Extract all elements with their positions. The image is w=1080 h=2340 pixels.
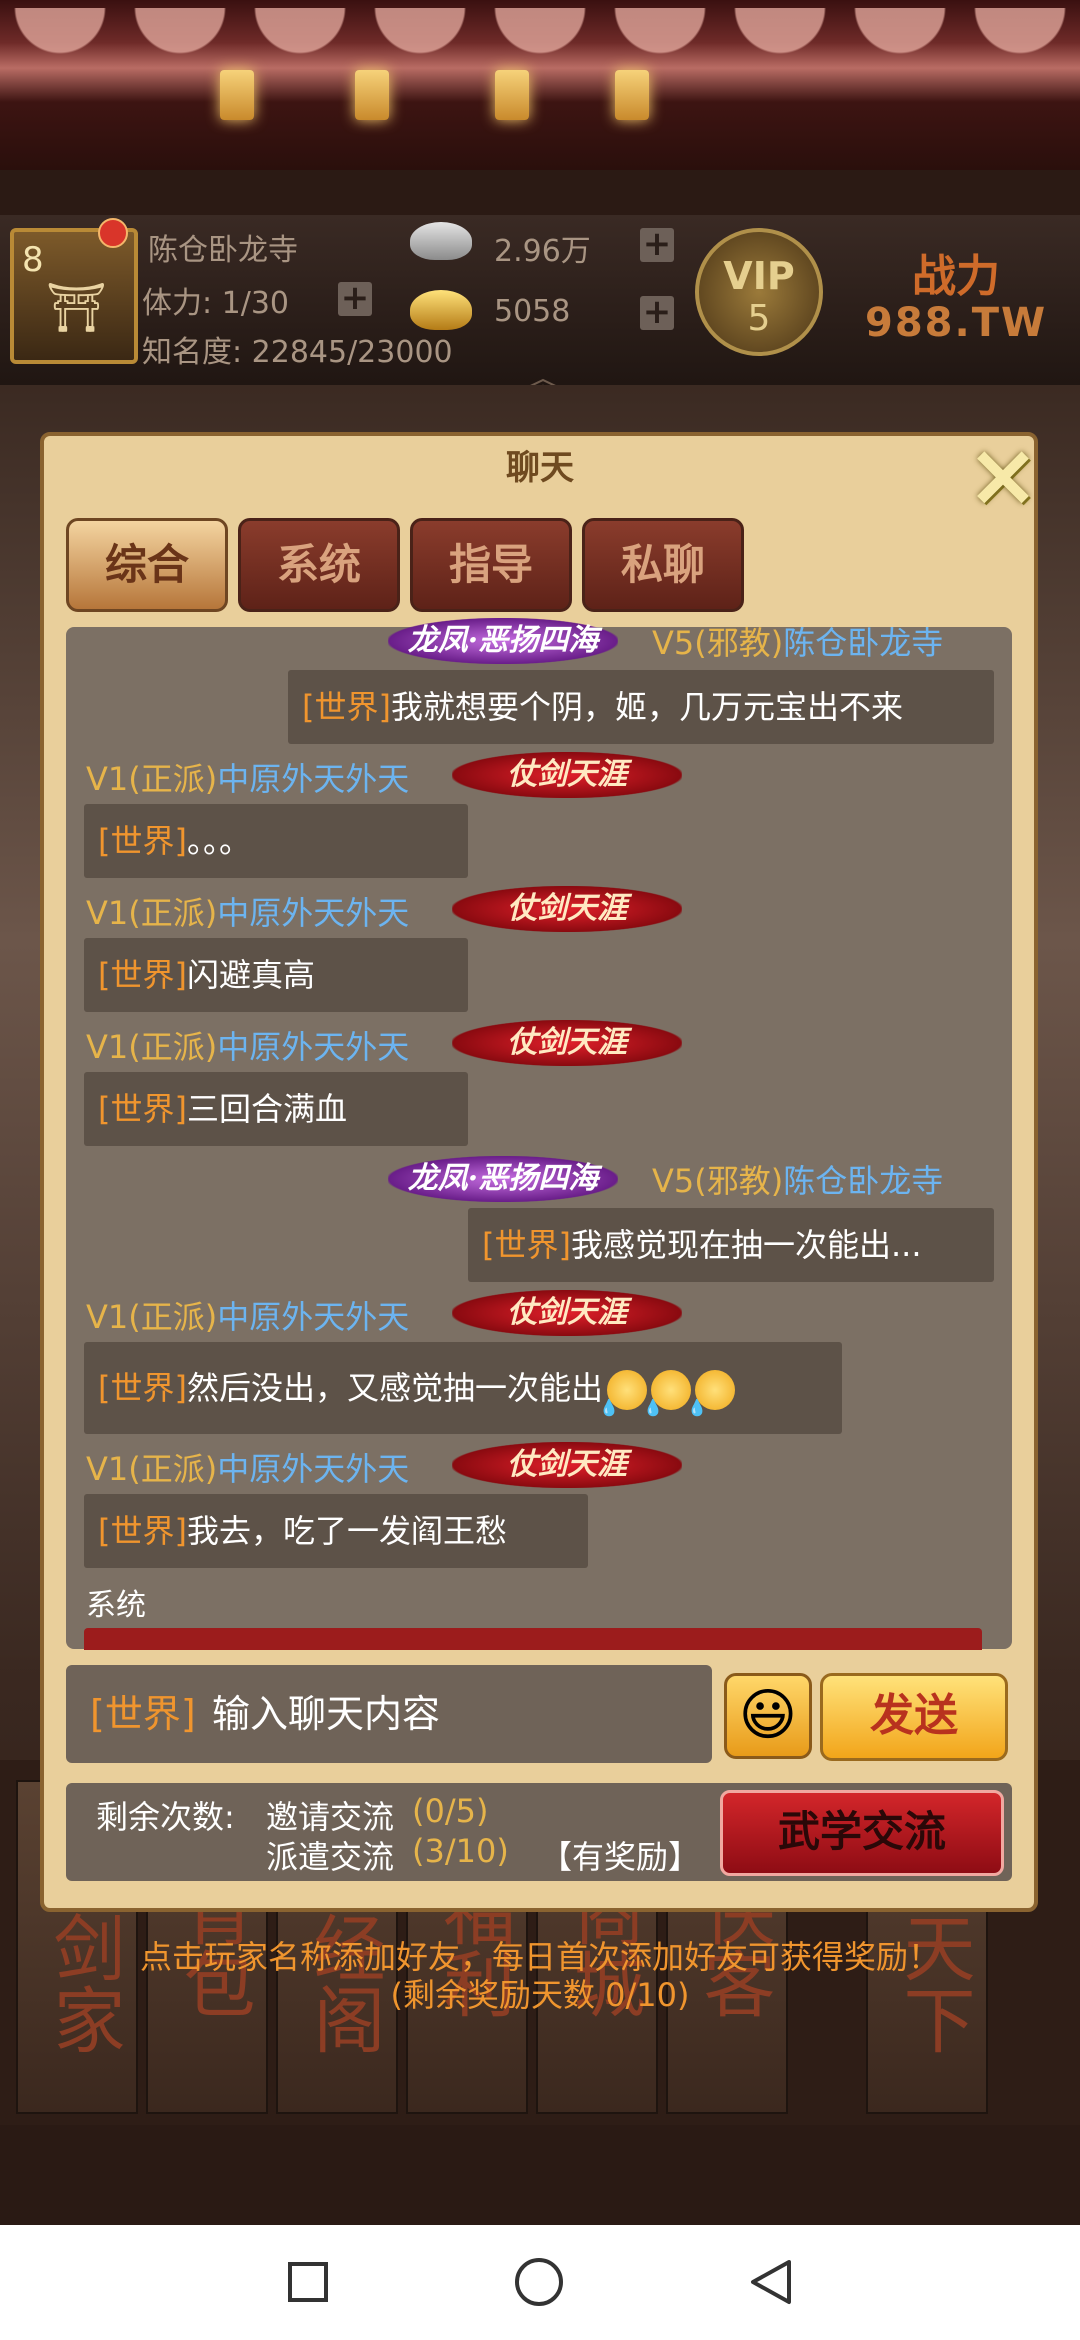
reward-days-notice: (剩余奖励天数 0/10): [390, 1976, 690, 2014]
close-icon[interactable]: ×: [958, 430, 1048, 520]
lantern-icon: [220, 70, 254, 120]
chat-bubble: [世界]我就想要个阴，姬，几万元宝出不来: [288, 670, 994, 744]
stamina-value: 体力: 1/30: [142, 286, 290, 321]
reward-label: 【有奖励】: [540, 1838, 701, 1876]
message-text: 然后没出，又感觉抽一次能出: [186, 1369, 603, 1407]
player-title-badge: 仗剑天涯: [452, 752, 682, 798]
player-name-link[interactable]: 中原外天外天: [217, 1298, 409, 1336]
player-name-link[interactable]: 陈仓卧龙寺: [783, 624, 943, 662]
recent-apps-icon[interactable]: [288, 2262, 328, 2302]
dialog-title: 聊天: [506, 448, 574, 488]
add-stamina-button[interactable]: +: [338, 281, 372, 316]
message-text: 闪避真高: [186, 956, 315, 994]
player-name-link[interactable]: 中原外天外天: [217, 1028, 409, 1066]
chat-bubble: [世界]我去，吃了一发阎王愁: [84, 1494, 588, 1568]
tab-system[interactable]: 系统: [238, 518, 400, 612]
tab-guide[interactable]: 指导: [410, 518, 572, 612]
system-label: 系统: [86, 1588, 146, 1623]
player-name-link[interactable]: 中原外天外天: [217, 894, 409, 932]
channel-tag: [世界]: [302, 688, 391, 726]
vip-label: VIP: [723, 254, 795, 298]
player-title-badge: 龙凤·恶扬四海: [388, 618, 618, 664]
chat-bubble: [世界]三回合满血: [84, 1072, 468, 1146]
chat-bubble: [世界]我感觉现在抽一次能出...: [468, 1208, 994, 1282]
lantern-icon: [355, 70, 389, 120]
vip-level: 5: [747, 298, 771, 339]
player-title-badge: 龙凤·恶扬四海: [388, 1156, 618, 1202]
vip-tag: V1(正派): [86, 1298, 218, 1336]
gold-value: 5058: [494, 294, 571, 329]
message-header: V1(正派)中原外天外天: [86, 1444, 409, 1490]
player-name-link[interactable]: 中原外天外天: [217, 1450, 409, 1488]
message-header: V5(邪教)陈仓卧龙寺: [652, 618, 943, 664]
lantern-icon: [615, 70, 649, 120]
sweat-emoji-icon: [687, 1362, 735, 1434]
message-text: 我感觉现在抽一次能出...: [570, 1226, 922, 1264]
emoji-icon[interactable]: 😃: [724, 1673, 812, 1759]
bottom-band: [0, 2125, 1080, 2225]
player-title-badge: 仗剑天涯: [452, 1290, 682, 1336]
player-avatar[interactable]: 8 ⛩: [10, 228, 138, 364]
notification-dot: [98, 218, 128, 248]
fame-value: 知名度: 22845/23000: [142, 335, 453, 370]
message-text: 三回合满血: [186, 1090, 347, 1128]
player-name-link[interactable]: 陈仓卧龙寺: [783, 1162, 943, 1200]
channel-tag: [世界]: [98, 822, 187, 860]
add-gold-button[interactable]: +: [640, 295, 674, 330]
power-label: 战力: [912, 251, 1000, 302]
home-icon[interactable]: [515, 2258, 563, 2306]
player-level: 8: [22, 240, 44, 280]
power-site: 988.TW: [865, 300, 1048, 346]
player-title-badge: 仗剑天涯: [452, 886, 682, 932]
dispatch-label: 派遣交流: [266, 1838, 395, 1876]
message-header: V1(正派)中原外天外天: [86, 1022, 409, 1068]
vip-tag: V1(正派): [86, 760, 218, 798]
vip-badge[interactable]: VIP 5: [695, 228, 823, 356]
channel-tag: [世界]: [98, 1512, 187, 1550]
channel-tag: [世界]: [98, 1369, 187, 1407]
martial-exchange-button[interactable]: 武学交流: [720, 1790, 1004, 1876]
banner-decoration: [0, 8, 1080, 78]
chat-bubble: [世界]闪避真高: [84, 938, 468, 1012]
dispatch-count: (3/10): [412, 1832, 509, 1870]
add-silver-button[interactable]: +: [640, 227, 674, 262]
silver-icon: [410, 222, 472, 260]
message-header: V1(正派)中原外天外天: [86, 888, 409, 934]
channel-tag: [世界]: [482, 1226, 571, 1264]
message-text: 我就想要个阴，姬，几万元宝出不来: [390, 688, 903, 726]
send-button[interactable]: 发送: [820, 1673, 1008, 1761]
invite-count: (0/5): [412, 1792, 489, 1830]
vip-tag: V5(邪教): [652, 1162, 784, 1200]
player-name-link[interactable]: 中原外天外天: [217, 760, 409, 798]
back-icon[interactable]: [745, 2256, 797, 2308]
message-text: 。。。: [186, 822, 251, 860]
tab-general[interactable]: 综合: [66, 518, 228, 612]
sweat-emoji-icon: [643, 1362, 691, 1434]
system-message-bar: [84, 1628, 982, 1650]
player-name[interactable]: 陈仓卧龙寺: [148, 225, 298, 269]
sweat-emoji-icon: [599, 1362, 647, 1434]
vip-tag: V1(正派): [86, 1028, 218, 1066]
player-title-badge: 仗剑天涯: [452, 1020, 682, 1066]
tab-private[interactable]: 私聊: [582, 518, 744, 612]
message-header: V5(邪教)陈仓卧龙寺: [652, 1156, 943, 1202]
message-text: 我去，吃了一发阎王愁: [186, 1512, 507, 1550]
remaining-label: 剩余次数:: [96, 1798, 235, 1836]
message-header: V1(正派)中原外天外天: [86, 754, 409, 800]
temple-icon: ⛩: [46, 280, 107, 336]
chat-input-placeholder[interactable]: 输入聊天内容: [212, 1683, 440, 1738]
silver-value: 2.96万: [494, 234, 591, 269]
channel-tag: [世界]: [98, 956, 187, 994]
chat-bubble: [世界]。。。: [84, 804, 468, 878]
vip-tag: V5(邪教): [652, 624, 784, 662]
vip-tag: V1(正派): [86, 894, 218, 932]
vip-tag: V1(正派): [86, 1450, 218, 1488]
lantern-icon: [495, 70, 529, 120]
message-header: V1(正派)中原外天外天: [86, 1292, 409, 1338]
chat-bubble: [世界]然后没出，又感觉抽一次能出: [84, 1342, 842, 1434]
channel-tag: [世界]: [98, 1090, 187, 1128]
gold-icon: [410, 290, 472, 330]
input-channel-tag[interactable]: [世界]: [90, 1683, 196, 1738]
player-title-badge: 仗剑天涯: [452, 1442, 682, 1488]
